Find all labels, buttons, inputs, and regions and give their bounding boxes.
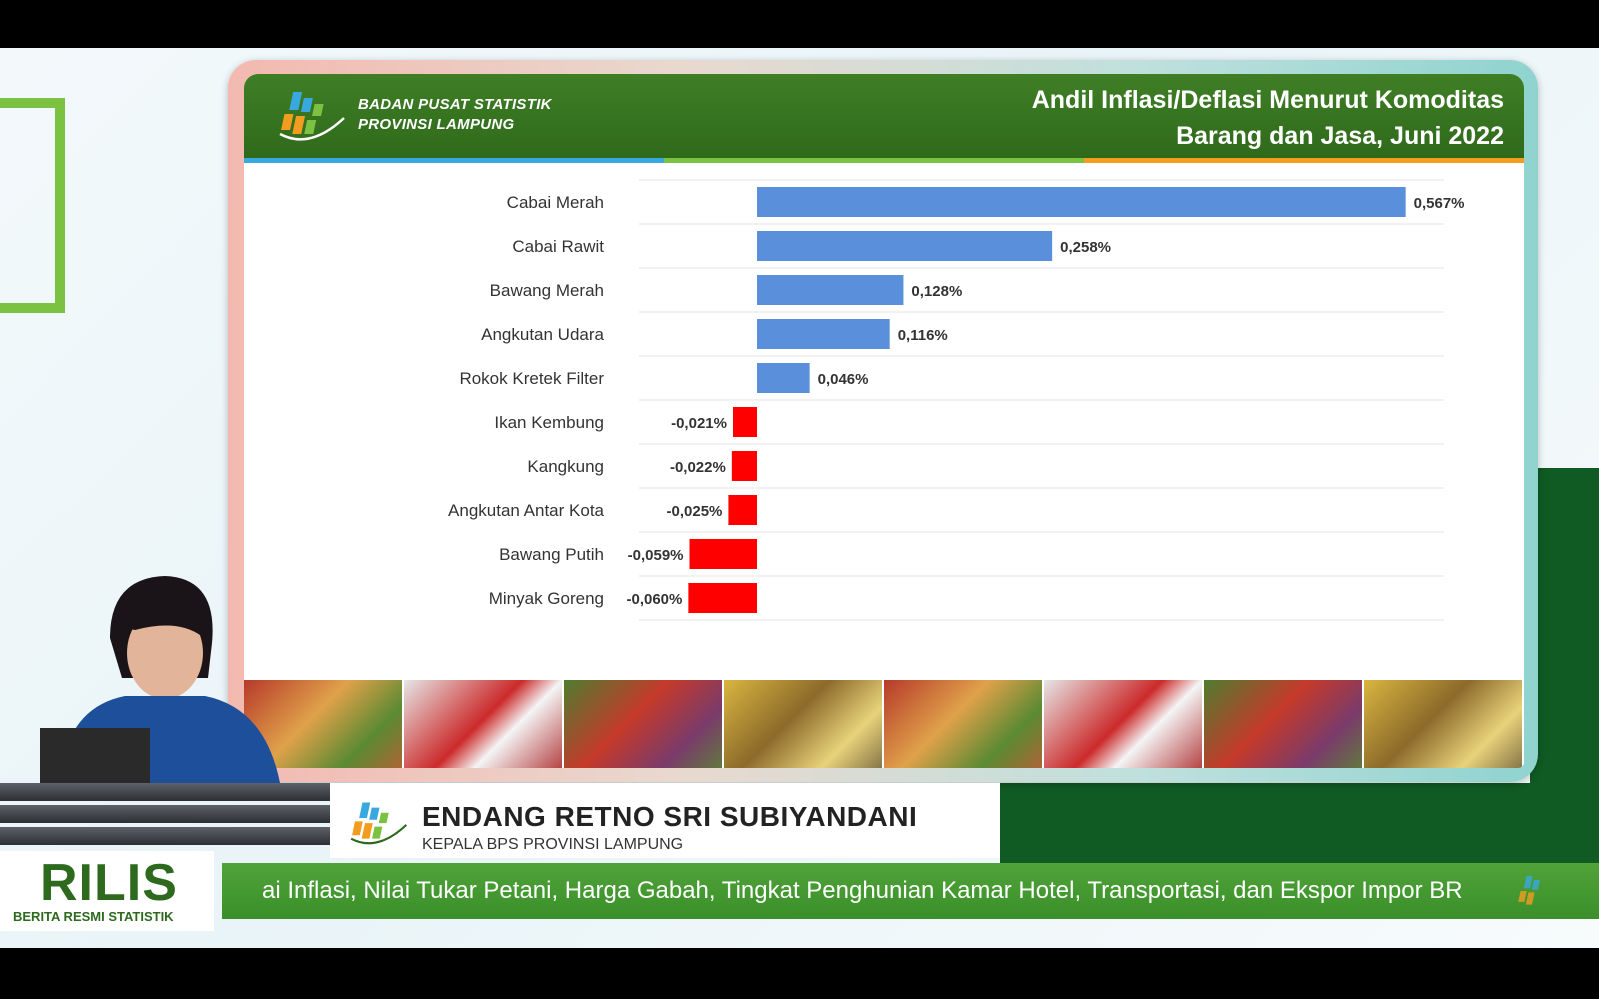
org-name-line2: PROVINSI LAMPUNG: [358, 116, 515, 133]
photo-strip: [244, 680, 1524, 768]
category-label: Bawang Merah: [490, 281, 604, 300]
ticker-text: ai Inflasi, Nilai Tukar Petani, Harga Ga…: [262, 877, 1463, 904]
rilis-badge: RILIS BERITA RESMI STATISTIK: [0, 851, 214, 931]
bar-bawang-putih: [689, 539, 757, 569]
bar-ikan-kembung: [732, 407, 757, 437]
bar-angkutan-antar-kota: [728, 495, 757, 525]
contribution-bar-chart: Cabai Merah 0,567% Cabai Rawit 0,258% Bawang…: [448, 179, 1465, 621]
photo-supermarket: [724, 680, 884, 768]
category-label: Cabai Rawit: [512, 237, 604, 256]
org-name-line1: BADAN PUSAT STATISTIK: [358, 96, 552, 113]
bps-logo-icon: [350, 802, 408, 845]
rilis-subtitle: BERITA RESMI STATISTIK: [13, 909, 174, 924]
presenter-video: [40, 576, 280, 783]
bar-bawang-merah: [757, 275, 904, 305]
bps-logo-icon: [1518, 875, 1540, 905]
video-frame: BADAN PUSAT STATISTIK PROVINSI LAMPUNG A…: [0, 48, 1599, 948]
data-label: 0,116%: [898, 327, 948, 344]
data-label: -0,025%: [667, 503, 723, 520]
decorative-panel: [1530, 468, 1599, 798]
bar-angkutan-udara: [757, 319, 890, 349]
category-label: Ikan Kembung: [494, 413, 604, 432]
category-label: Angkutan Udara: [481, 325, 604, 344]
photo-fruits: [564, 680, 724, 768]
header-stripe-green: [664, 158, 1084, 163]
data-label: 0,258%: [1060, 239, 1111, 256]
slide-title-line1: Andil Inflasi/Deflasi Menurut Komoditas: [1031, 86, 1504, 114]
news-ticker: ai Inflasi, Nilai Tukar Petani, Harga Ga…: [222, 863, 1599, 919]
photo-supermarket-2: [1364, 680, 1524, 768]
data-label: -0,060%: [626, 591, 682, 608]
photo-fuel-station-2: [1044, 680, 1204, 768]
header-stripe-blue: [244, 158, 664, 163]
category-label: Rokok Kretek Filter: [459, 369, 604, 388]
bar-cabai-merah: [757, 187, 1406, 217]
photo-fruits-2: [1204, 680, 1364, 768]
lower-third-bars: [0, 783, 330, 845]
category-label: Kangkung: [527, 457, 604, 476]
slide-header: BADAN PUSAT STATISTIK PROVINSI LAMPUNG A…: [244, 74, 1524, 163]
bar-rokok-kretek-filter: [757, 363, 810, 393]
category-label: Cabai Merah: [507, 193, 604, 212]
presenter-nameplate: ENDANG RETNO SRI SUBIYANDANI KEPALA BPS …: [330, 783, 1000, 858]
category-label: Minyak Goreng: [489, 589, 604, 608]
data-label: -0,022%: [670, 459, 726, 476]
data-label: 0,567%: [1414, 195, 1465, 212]
bar-kangkung: [731, 451, 757, 481]
data-label: -0,059%: [628, 547, 684, 564]
photo-fuel-station: [404, 680, 564, 768]
rilis-title: RILIS: [40, 854, 178, 912]
presenter-name: ENDANG RETNO SRI SUBIYANDANI: [422, 801, 918, 832]
decorative-frame: [0, 98, 65, 313]
presentation-slide: BADAN PUSAT STATISTIK PROVINSI LAMPUNG A…: [228, 60, 1538, 782]
header-stripe-orange: [1084, 158, 1524, 163]
data-label: 0,128%: [911, 283, 962, 300]
data-label: 0,046%: [818, 371, 869, 388]
slide-content: BADAN PUSAT STATISTIK PROVINSI LAMPUNG A…: [244, 74, 1524, 768]
presenter-role: KEPALA BPS PROVINSI LAMPUNG: [422, 836, 684, 853]
bar-cabai-rawit: [757, 231, 1053, 261]
bar-minyak-goreng: [688, 583, 757, 613]
photo-market-vegetables-2: [884, 680, 1044, 768]
category-label: Bawang Putih: [499, 545, 604, 564]
data-label: -0,021%: [671, 415, 727, 432]
category-label: Angkutan Antar Kota: [448, 501, 604, 520]
slide-title-line2: Barang dan Jasa, Juni 2022: [1176, 122, 1504, 150]
bps-logo-icon: [279, 92, 345, 141]
